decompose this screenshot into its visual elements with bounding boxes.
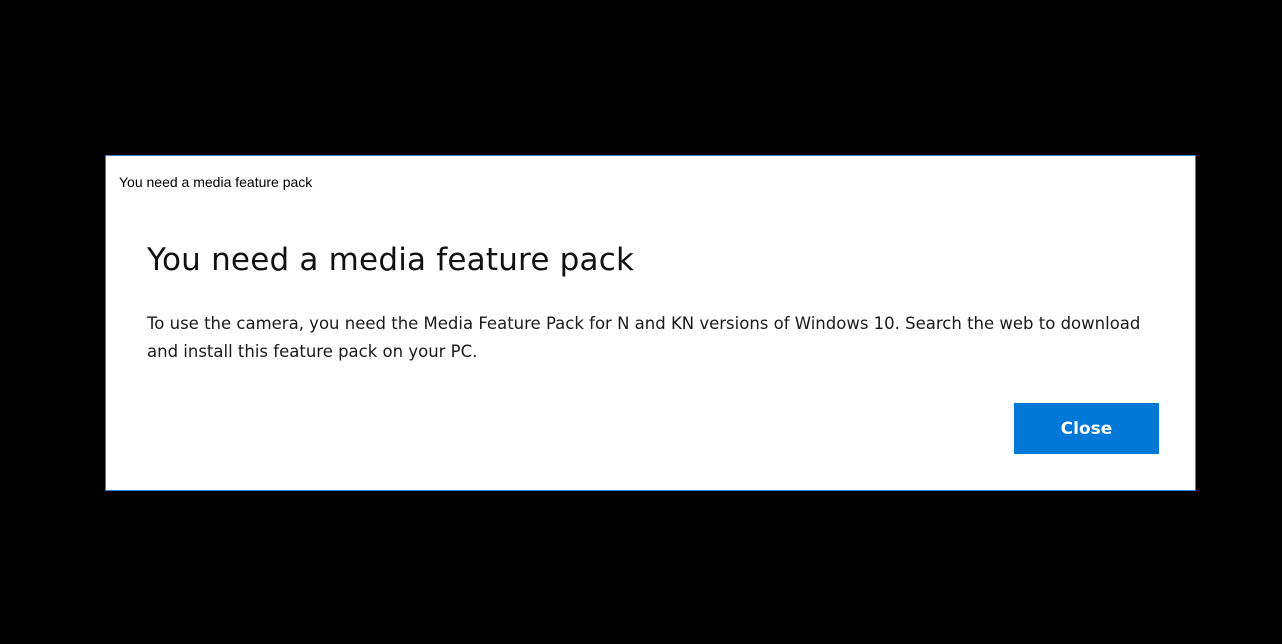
window-title: You need a media feature pack bbox=[119, 174, 313, 190]
dialog-heading: You need a media feature pack bbox=[147, 242, 635, 278]
media-feature-pack-dialog: You need a media feature pack You need a… bbox=[105, 155, 1196, 491]
desktop-background: You need a media feature pack You need a… bbox=[0, 0, 1282, 644]
dialog-message: To use the camera, you need the Media Fe… bbox=[147, 314, 1141, 361]
close-button[interactable]: Close bbox=[1014, 403, 1159, 454]
